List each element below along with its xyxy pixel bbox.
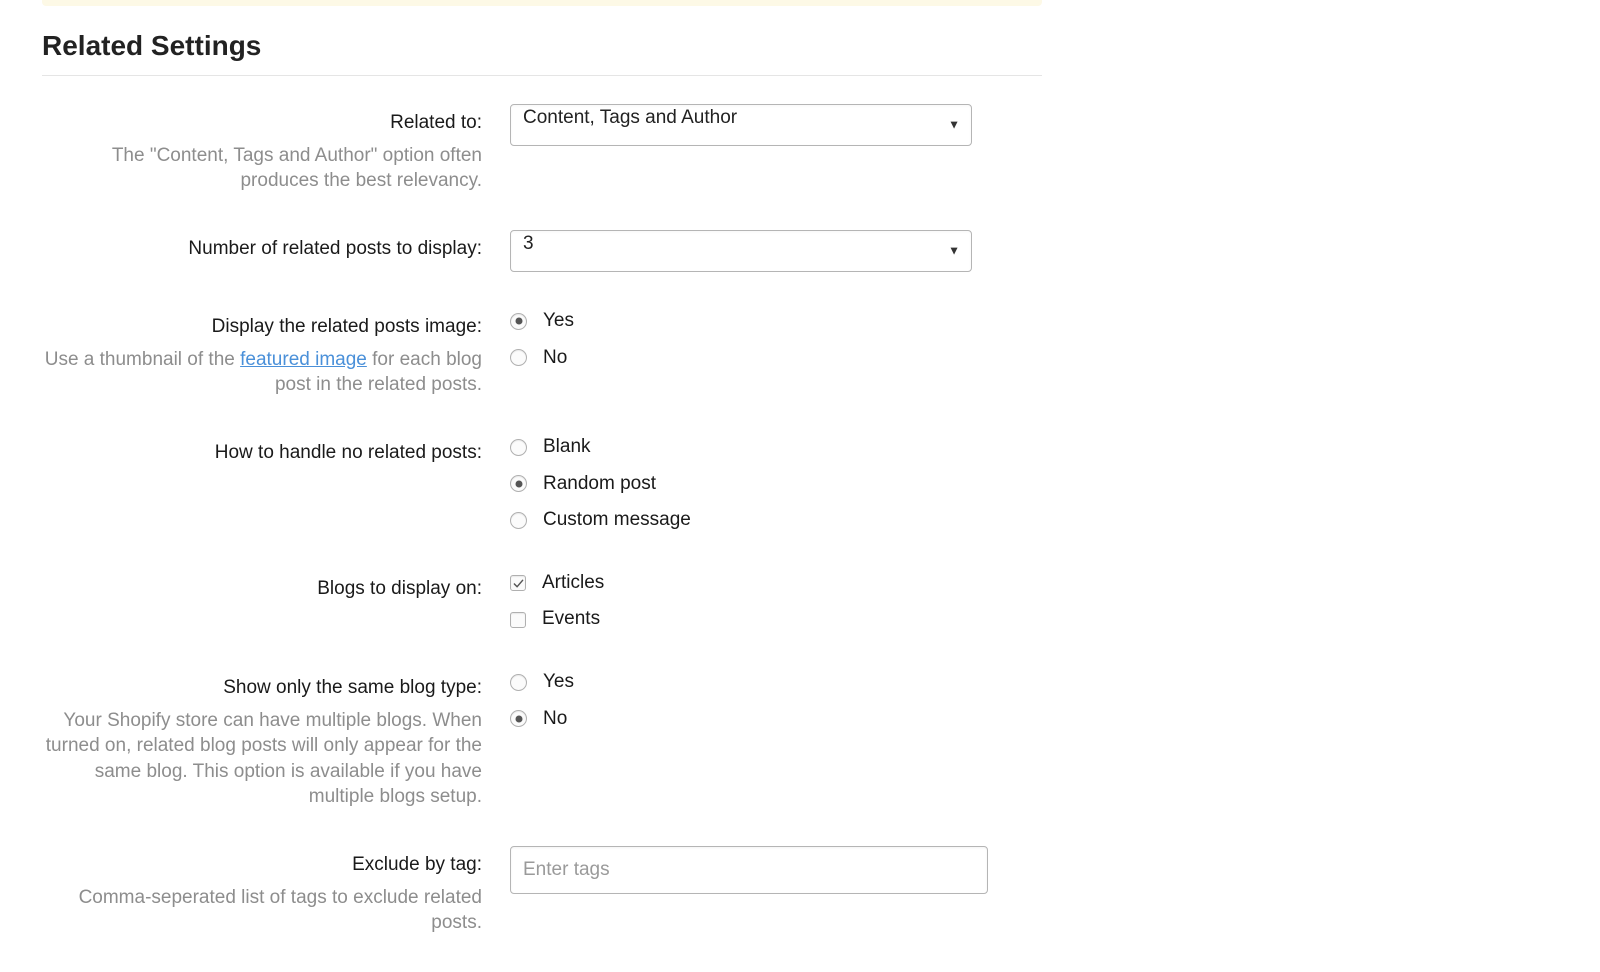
display-image-help-pre: Use a thumbnail of the: [45, 349, 240, 370]
blogs-label: Blogs to display on:: [42, 576, 482, 603]
same-blog-no-label[interactable]: No: [543, 706, 567, 733]
display-image-yes-radio[interactable]: [510, 313, 527, 330]
exclude-tag-help: Comma-seperated list of tags to exclude …: [42, 885, 482, 936]
no-related-random-label[interactable]: Random post: [543, 471, 656, 498]
same-blog-help: Your Shopify store can have multiple blo…: [42, 708, 482, 811]
exclude-tag-input[interactable]: [510, 846, 988, 894]
blogs-articles-label[interactable]: Articles: [542, 570, 604, 597]
display-image-help: Use a thumbnail of the featured image fo…: [42, 347, 482, 398]
num-posts-label: Number of related posts to display:: [42, 236, 482, 263]
display-image-no-label[interactable]: No: [543, 345, 567, 372]
blogs-events-checkbox[interactable]: [510, 612, 526, 628]
no-related-custom-radio[interactable]: [510, 512, 527, 529]
exclude-tag-label: Exclude by tag:: [42, 852, 482, 879]
no-related-blank-radio[interactable]: [510, 439, 527, 456]
related-to-help: The "Content, Tags and Author" option of…: [42, 143, 482, 194]
related-to-select[interactable]: Content, Tags and Author: [510, 104, 972, 146]
no-related-blank-label[interactable]: Blank: [543, 434, 591, 461]
check-icon: [513, 578, 524, 589]
num-posts-select[interactable]: 3: [510, 230, 972, 272]
no-related-random-radio[interactable]: [510, 475, 527, 492]
display-image-no-radio[interactable]: [510, 349, 527, 366]
same-blog-no-radio[interactable]: [510, 710, 527, 727]
display-image-label: Display the related posts image:: [42, 314, 482, 341]
same-blog-yes-radio[interactable]: [510, 674, 527, 691]
related-to-label: Related to:: [42, 110, 482, 137]
display-image-yes-label[interactable]: Yes: [543, 308, 574, 335]
no-related-custom-label[interactable]: Custom message: [543, 507, 691, 534]
featured-image-link[interactable]: featured image: [240, 349, 367, 370]
same-blog-yes-label[interactable]: Yes: [543, 669, 574, 696]
blogs-events-label[interactable]: Events: [542, 606, 600, 633]
alert-bar: [42, 0, 1042, 6]
page-title: Related Settings: [42, 26, 1042, 76]
no-related-label: How to handle no related posts:: [42, 440, 482, 467]
blogs-articles-checkbox[interactable]: [510, 575, 526, 591]
same-blog-label: Show only the same blog type:: [42, 675, 482, 702]
